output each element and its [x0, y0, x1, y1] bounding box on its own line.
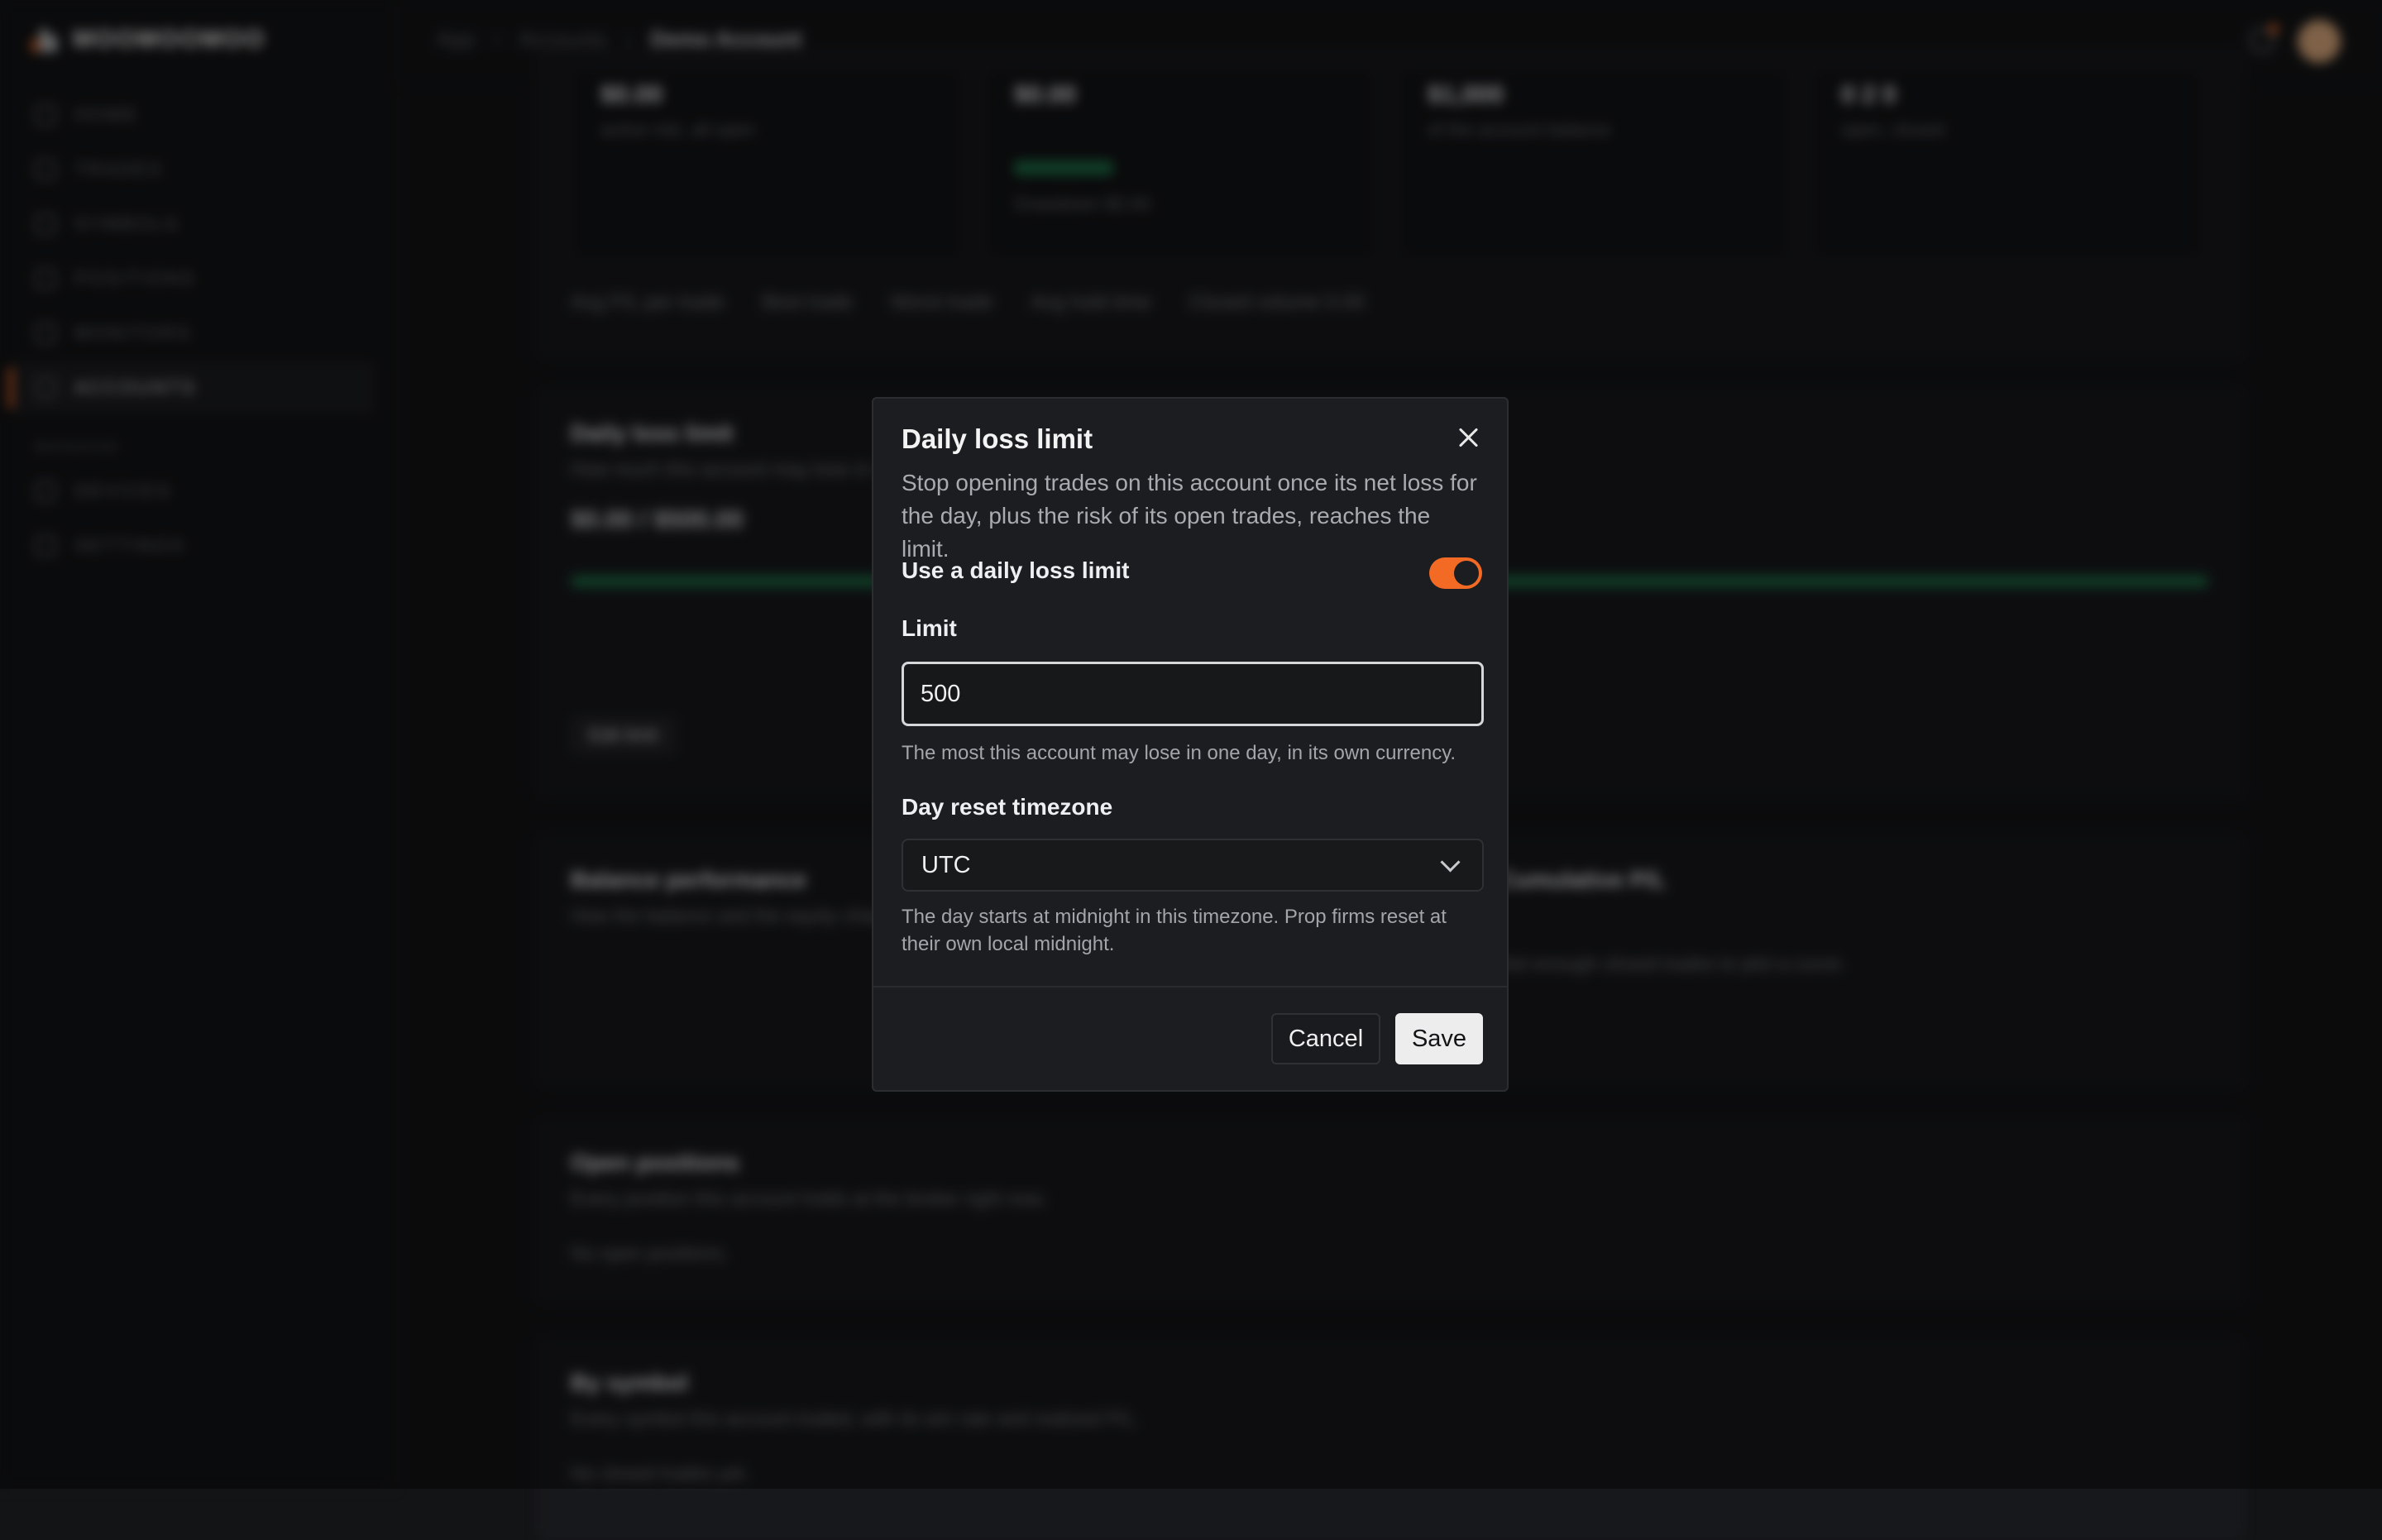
daily-loss-limit-dialog: Daily loss limit Stop opening trades on …	[872, 397, 1509, 1092]
dialog-description: Stop opening trades on this account once…	[902, 470, 1477, 562]
cancel-button[interactable]: Cancel	[1271, 1013, 1380, 1064]
save-button[interactable]: Save	[1395, 1013, 1483, 1064]
toggle-label: Use a daily loss limit	[902, 557, 1130, 583]
dialog-divider	[873, 986, 1507, 988]
timezone-hint: The day starts at midnight in this timez…	[902, 906, 1447, 955]
timezone-label: Day reset timezone	[902, 794, 1113, 820]
timezone-select[interactable]: UTC	[902, 839, 1484, 892]
toggle-knob	[1454, 561, 1479, 586]
dialog-title: Daily loss limit	[902, 423, 1093, 454]
close-icon[interactable]	[1454, 423, 1482, 452]
chevron-down-icon	[1440, 851, 1461, 873]
limit-input[interactable]	[902, 662, 1484, 726]
limit-label: Limit	[902, 615, 957, 641]
timezone-value: UTC	[921, 851, 971, 878]
daily-loss-limit-toggle[interactable]	[1429, 557, 1482, 589]
limit-hint: The most this account may lose in one da…	[902, 742, 1456, 764]
